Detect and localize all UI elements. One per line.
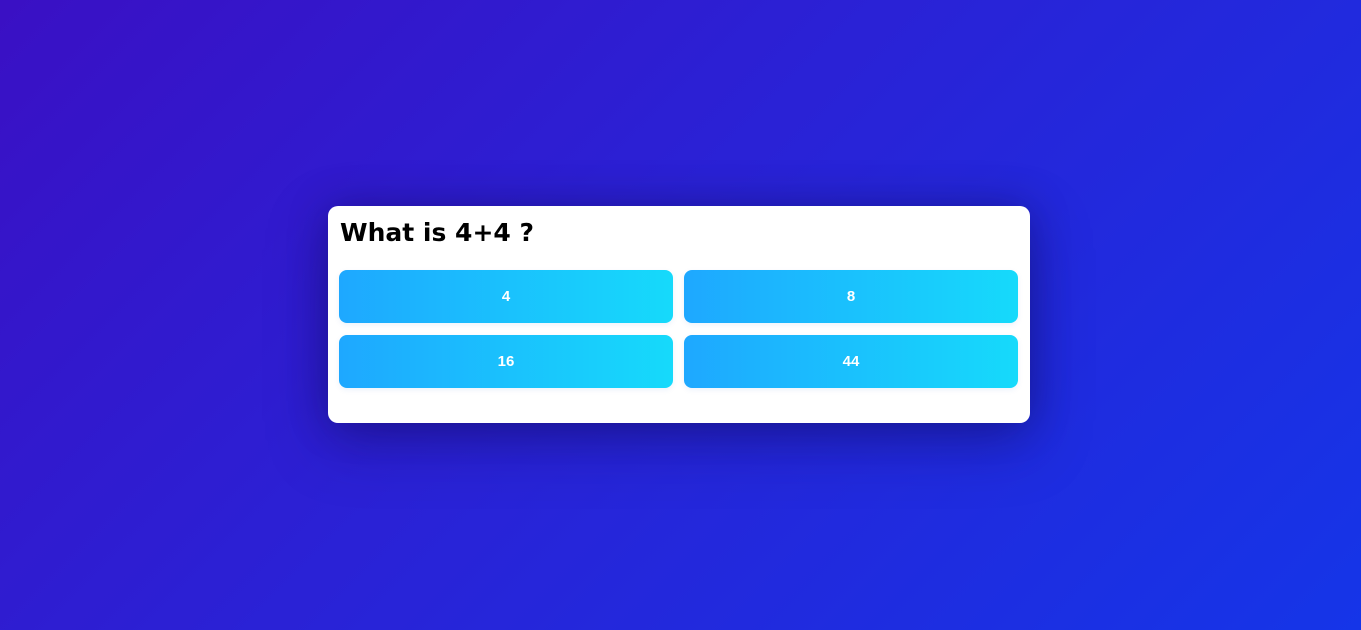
answer-grid: 4 8 16 44 bbox=[339, 270, 1018, 388]
answer-button-4[interactable]: 44 bbox=[684, 335, 1018, 388]
question-title: What is 4+4 ? bbox=[340, 218, 534, 247]
answer-button-3[interactable]: 16 bbox=[339, 335, 673, 388]
answer-button-2[interactable]: 8 bbox=[684, 270, 1018, 323]
answer-button-1[interactable]: 4 bbox=[339, 270, 673, 323]
quiz-card: What is 4+4 ? 4 8 16 44 bbox=[328, 206, 1030, 423]
